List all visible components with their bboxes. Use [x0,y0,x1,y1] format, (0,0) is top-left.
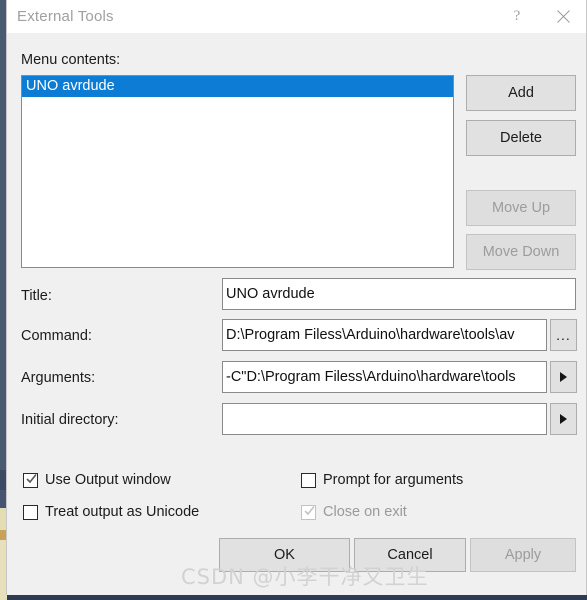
close-on-exit-checkbox: Close on exit [301,504,407,520]
triangle-right-icon [560,372,567,382]
delete-button[interactable]: Delete [466,120,576,156]
ok-button[interactable]: OK [219,538,350,572]
cancel-button[interactable]: Cancel [354,538,466,572]
checkbox-label: Use Output window [45,472,171,488]
initial-directory-input[interactable] [222,403,547,435]
command-field-label: Command: [21,328,92,344]
title-bar-buttons: ? [494,0,586,32]
check-icon [304,505,315,515]
external-tools-dialog: External Tools ? Menu contents: UNO avrd… [6,0,587,595]
checkbox-label: Close on exit [323,504,407,520]
menu-contents-label: Menu contents: [21,52,121,68]
checkbox-label: Treat output as Unicode [45,504,200,520]
move-up-button: Move Up [466,190,576,226]
close-icon[interactable] [540,0,586,32]
checkbox-label: Prompt for arguments [323,472,464,488]
arguments-input[interactable]: -C"D:\Program Filess\Arduino\hardware\to… [222,361,547,393]
list-item[interactable]: UNO avrdude [22,76,453,97]
help-question-icon[interactable]: ? [494,0,540,32]
use-output-window-checkbox[interactable]: Use Output window [23,472,171,488]
help-glyph: ? [513,7,521,24]
checkbox-box [301,472,316,488]
initial-directory-insert-button[interactable] [550,403,577,435]
arguments-field-label: Arguments: [21,370,96,386]
check-icon [26,473,37,483]
command-browse-button[interactable]: ... [550,319,577,351]
prompt-for-arguments-checkbox[interactable]: Prompt for arguments [301,472,463,488]
menu-contents-listbox[interactable]: UNO avrdude [21,75,454,268]
move-down-button: Move Down [466,234,576,270]
add-button[interactable]: Add [466,75,576,111]
apply-button: Apply [470,538,576,572]
ellipsis-icon: ... [556,327,571,343]
window-title: External Tools [17,7,114,25]
checkbox-box [301,504,316,520]
initial-directory-field-label: Initial directory: [21,412,119,428]
arguments-insert-button[interactable] [550,361,577,393]
checkbox-box [23,504,38,520]
dialog-client-area: Menu contents: UNO avrdude Add Delete Mo… [7,33,586,595]
title-field-label: Title: [21,288,52,304]
title-input[interactable]: UNO avrdude [222,278,576,310]
title-bar: External Tools ? [7,0,586,33]
triangle-right-icon [560,414,567,424]
command-input[interactable]: D:\Program Filess\Arduino\hardware\tools… [222,319,547,351]
checkbox-box [23,472,38,488]
treat-output-as-unicode-checkbox[interactable]: Treat output as Unicode [23,504,199,520]
